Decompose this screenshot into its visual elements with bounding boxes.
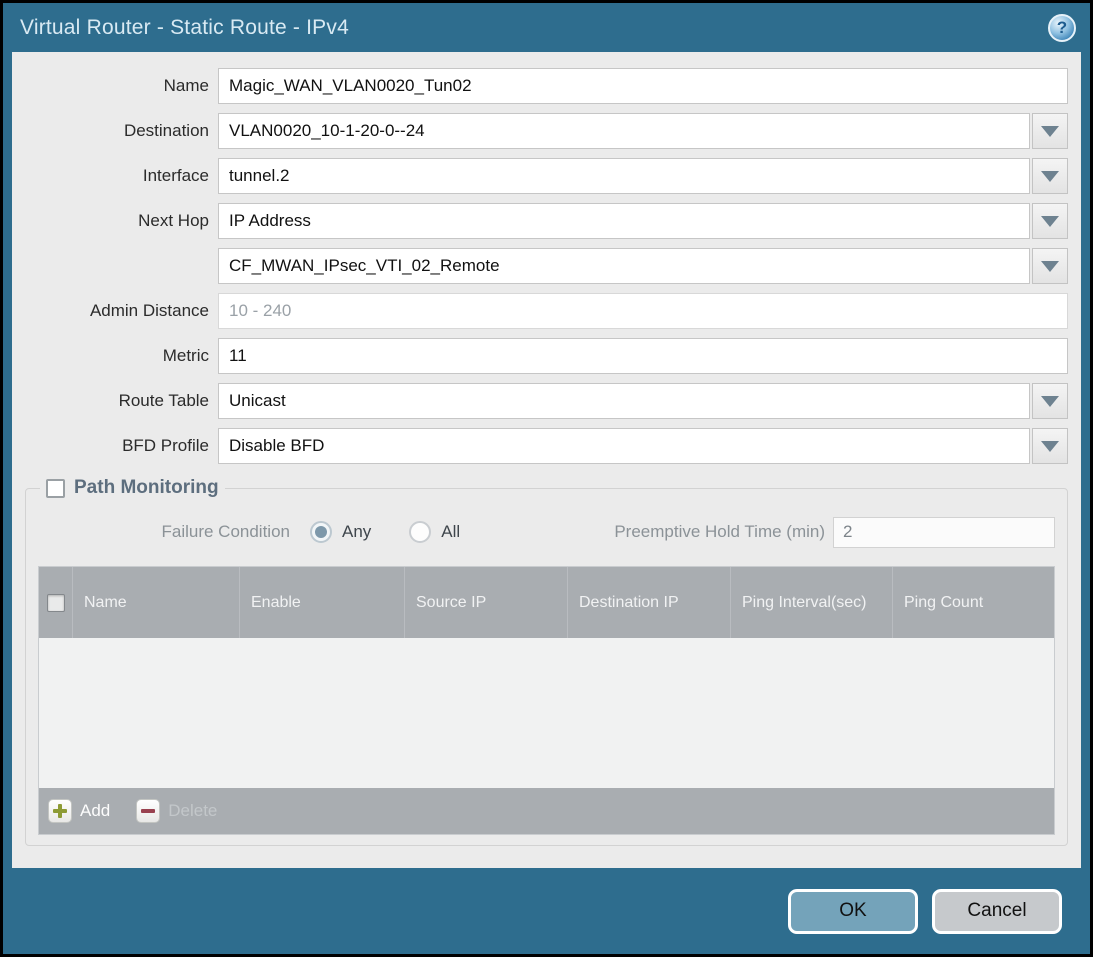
failure-condition-row: Failure Condition Any All Preemptive Hol… [38,513,1055,551]
interface-input[interactable] [218,158,1030,194]
name-label: Name [25,76,218,96]
form-row-next-hop: Next Hop [25,203,1068,239]
form-row-next-hop-address [25,248,1068,284]
failure-condition-any-radio[interactable] [310,521,332,543]
metric-label: Metric [25,346,218,366]
chevron-down-icon [1041,171,1059,182]
column-header-name[interactable]: Name [73,567,240,638]
form-row-name: Name [25,68,1068,104]
chevron-down-icon [1041,126,1059,137]
table-body-empty [39,638,1054,788]
bfd-profile-dropdown-button[interactable] [1032,428,1068,464]
interface-dropdown-button[interactable] [1032,158,1068,194]
next-hop-type-input[interactable] [218,203,1030,239]
form-row-interface: Interface [25,158,1068,194]
destination-input[interactable] [218,113,1030,149]
path-monitoring-checkbox[interactable] [46,479,65,498]
failure-condition-any-label: Any [342,522,371,542]
bfd-profile-input[interactable] [218,428,1030,464]
add-button-label: Add [80,801,110,821]
ok-button[interactable]: OK [788,889,918,934]
form-row-metric: Metric [25,338,1068,374]
admin-distance-label: Admin Distance [25,301,218,321]
chevron-down-icon [1041,396,1059,407]
chevron-down-icon [1041,216,1059,227]
dialog-footer: OK Cancel [3,868,1090,954]
add-icon [48,799,72,823]
failure-condition-all-label: All [441,522,460,542]
failure-condition-label: Failure Condition [38,522,296,542]
destination-dropdown-button[interactable] [1032,113,1068,149]
table-toolbar: Add Delete [39,788,1054,834]
chevron-down-icon [1041,441,1059,452]
select-all-checkbox[interactable] [47,594,65,612]
dialog-frame: Virtual Router - Static Route - IPv4 ? N… [3,3,1090,954]
help-icon[interactable]: ? [1048,14,1076,42]
route-table-input[interactable] [218,383,1030,419]
path-monitoring-section: Path Monitoring Failure Condition Any Al… [25,477,1068,846]
next-hop-address-dropdown-button[interactable] [1032,248,1068,284]
form-row-bfd-profile: BFD Profile [25,428,1068,464]
bfd-profile-label: BFD Profile [25,436,218,456]
preemptive-hold-time-input[interactable] [833,517,1055,548]
column-header-ping-interval[interactable]: Ping Interval(sec) [731,567,893,638]
column-header-destination-ip[interactable]: Destination IP [568,567,731,638]
table-header-checkbox-cell [39,567,73,638]
admin-distance-input[interactable] [218,293,1068,329]
dialog-content: Name Destination Interface [12,52,1081,868]
next-hop-label: Next Hop [25,211,218,231]
next-hop-dropdown-button[interactable] [1032,203,1068,239]
preemptive-hold-time-label: Preemptive Hold Time (min) [614,522,833,542]
interface-label: Interface [25,166,218,186]
chevron-down-icon [1041,261,1059,272]
table-header-row: Name Enable Source IP Destination IP Pin… [39,567,1054,638]
title-bar: Virtual Router - Static Route - IPv4 ? [3,3,1090,52]
dialog-title: Virtual Router - Static Route - IPv4 [20,16,349,40]
path-monitoring-table: Name Enable Source IP Destination IP Pin… [38,566,1055,835]
column-header-ping-count[interactable]: Ping Count [893,567,1054,638]
path-monitoring-title: Path Monitoring [74,477,219,499]
column-header-enable[interactable]: Enable [240,567,405,638]
delete-icon [136,799,160,823]
route-table-label: Route Table [25,391,218,411]
form-row-route-table: Route Table [25,383,1068,419]
destination-label: Destination [25,121,218,141]
column-header-source-ip[interactable]: Source IP [405,567,568,638]
form-row-destination: Destination [25,113,1068,149]
delete-button[interactable]: Delete [136,799,217,823]
cancel-button[interactable]: Cancel [932,889,1062,934]
form-row-admin-distance: Admin Distance [25,293,1068,329]
add-button[interactable]: Add [48,799,110,823]
failure-condition-all-radio[interactable] [409,521,431,543]
next-hop-address-input[interactable] [218,248,1030,284]
delete-button-label: Delete [168,801,217,821]
metric-input[interactable] [218,338,1068,374]
route-table-dropdown-button[interactable] [1032,383,1068,419]
name-input[interactable] [218,68,1068,104]
